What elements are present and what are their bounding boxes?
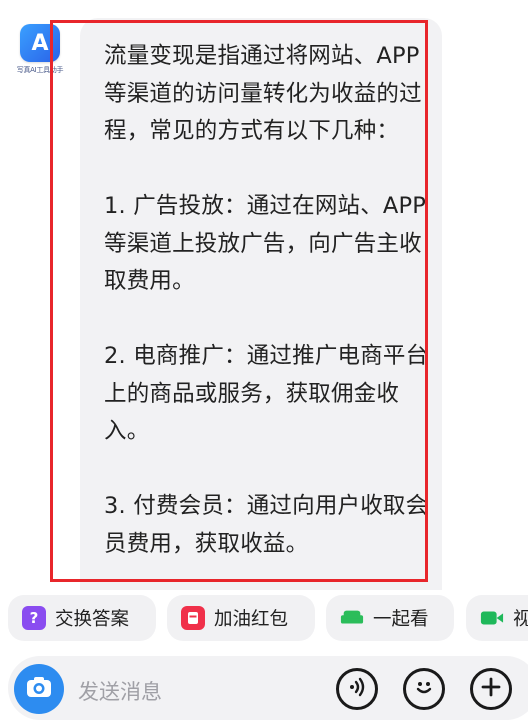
sofa-icon (340, 606, 364, 630)
emoji-icon (412, 675, 436, 703)
quick-action-exchange-answer[interactable]: ? 交换答案 (8, 595, 156, 641)
video-icon (480, 606, 504, 630)
quick-action-label: 一起看 (373, 609, 429, 630)
bot-logo-icon: A (20, 24, 60, 62)
quick-action-label: 加油红包 (214, 609, 289, 630)
voice-button[interactable] (336, 668, 378, 710)
quick-action-video[interactable]: 视 (466, 595, 528, 641)
message-input[interactable]: 发送消息 (78, 676, 162, 706)
input-bar: 发送消息 (0, 652, 528, 720)
emoji-button[interactable] (403, 668, 445, 710)
bot-logo-caption: 写真AI工具助手 (16, 66, 64, 74)
quick-action-label: 交换答案 (55, 609, 130, 630)
plus-button[interactable] (470, 668, 512, 710)
message-text: 流量变现是指通过将网站、APP等渠道的访问量转化为收益的过程，常见的方式有以下几… (104, 43, 429, 557)
question-icon: ? (22, 606, 46, 630)
quick-action-label: 视 (513, 609, 528, 630)
voice-icon (346, 676, 368, 702)
quick-action-red-packet[interactable]: 加油红包 (167, 595, 315, 641)
chat-area: A 写真AI工具助手 流量变现是指通过将网站、APP等渠道的访问量转化为收益的过… (0, 0, 528, 590)
quick-action-row: ? 交换答案 加油红包 一起看 视 (0, 590, 528, 652)
bot-avatar[interactable]: A 写真AI工具助手 (16, 24, 64, 78)
quick-action-watch-together[interactable]: 一起看 (326, 595, 454, 641)
camera-button[interactable] (14, 664, 64, 714)
camera-icon (25, 675, 53, 703)
plus-icon (480, 676, 502, 702)
message-bubble[interactable]: 流量变现是指通过将网站、APP等渠道的访问量转化为收益的过程，常见的方式有以下几… (80, 18, 442, 590)
red-packet-icon (181, 606, 205, 630)
